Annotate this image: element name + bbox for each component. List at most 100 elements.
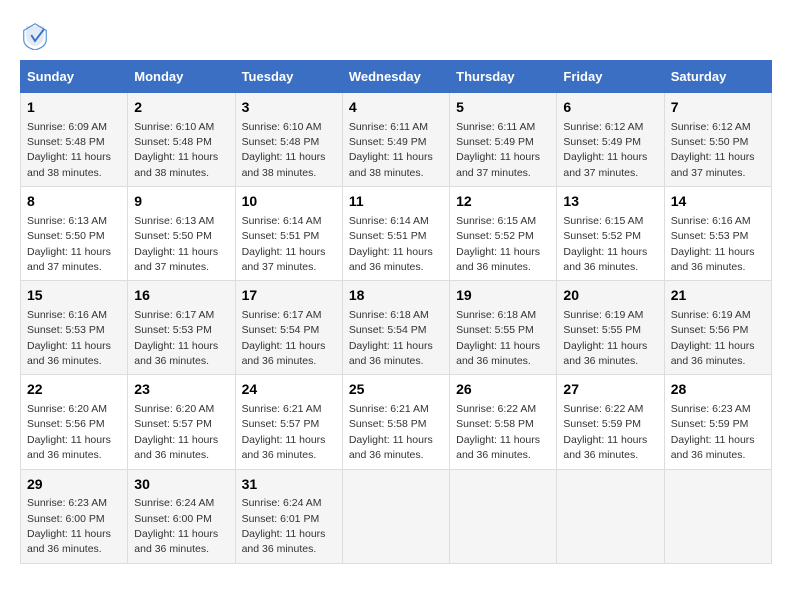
daylight-text: Daylight: 11 hours and 36 minutes. <box>134 340 218 367</box>
daylight-text: Daylight: 11 hours and 36 minutes. <box>563 340 647 367</box>
sunrise-text: Sunrise: 6:21 AM <box>242 403 322 415</box>
calendar-cell: 17Sunrise: 6:17 AMSunset: 5:54 PMDayligh… <box>235 281 342 375</box>
daylight-text: Daylight: 11 hours and 36 minutes. <box>134 528 218 555</box>
calendar-cell: 20 Sunrise: 6:19 AM Sunset: 5:55 PM Dayligh… <box>557 281 664 375</box>
daylight-text: Daylight: 11 hours and 36 minutes. <box>27 528 111 555</box>
daylight-text: Daylight: 11 hours and 36 minutes. <box>563 434 647 461</box>
calendar-cell: 5Sunrise: 6:11 AMSunset: 5:49 PMDaylight… <box>450 93 557 187</box>
daylight-text: Daylight: 11 hours and 36 minutes. <box>563 246 647 273</box>
sunset-text: Sunset: 6:00 PM <box>134 513 212 525</box>
day-number: 13 <box>563 192 657 212</box>
day-number: 17 <box>242 286 336 306</box>
calendar-cell: 28Sunrise: 6:23 AMSunset: 5:59 PMDayligh… <box>664 375 771 469</box>
sunset-text: Sunset: 5:59 PM <box>563 418 641 430</box>
day-number: 15 <box>27 286 121 306</box>
sunrise-text: Sunrise: 6:18 AM <box>349 309 429 321</box>
daylight-text: Daylight: 11 hours and 36 minutes. <box>27 340 111 367</box>
sunrise-text: Sunrise: 6:22 AM <box>456 403 536 415</box>
calendar-cell: 3Sunrise: 6:10 AMSunset: 5:48 PMDaylight… <box>235 93 342 187</box>
daylight-text: Daylight: 11 hours and 36 minutes. <box>27 434 111 461</box>
day-number: 4 <box>349 98 443 118</box>
sunrise-text: Sunrise: 6:19 AM <box>671 309 751 321</box>
calendar-cell: 9Sunrise: 6:13 AMSunset: 5:50 PMDaylight… <box>128 187 235 281</box>
sunrise-text: Sunrise: 6:21 AM <box>349 403 429 415</box>
daylight-text: Daylight: 11 hours and 36 minutes. <box>671 246 755 273</box>
daylight-text: Daylight: 11 hours and 37 minutes. <box>563 151 647 178</box>
sunrise-text: Sunrise: 6:23 AM <box>27 497 107 509</box>
sunrise-text: Sunrise: 6:12 AM <box>671 121 751 133</box>
daylight-text: Daylight: 11 hours and 36 minutes. <box>456 340 540 367</box>
daylight-text: Daylight: 11 hours and 36 minutes. <box>134 434 218 461</box>
daylight-text: Daylight: 11 hours and 36 minutes. <box>242 528 326 555</box>
calendar-cell: 31Sunrise: 6:24 AMSunset: 6:01 PMDayligh… <box>235 469 342 563</box>
daylight-text: Daylight: 11 hours and 36 minutes. <box>242 340 326 367</box>
calendar-cell: 22Sunrise: 6:20 AMSunset: 5:56 PMDayligh… <box>21 375 128 469</box>
sunrise-text: Sunrise: 6:22 AM <box>563 403 643 415</box>
day-number: 7 <box>671 98 765 118</box>
sunrise-text: Sunrise: 6:24 AM <box>134 497 214 509</box>
sunset-text: Sunset: 5:51 PM <box>242 230 320 242</box>
daylight-text: Daylight: 11 hours and 37 minutes. <box>671 151 755 178</box>
daylight-text: Daylight: 11 hours and 37 minutes. <box>27 246 111 273</box>
day-number: 19 <box>456 286 550 306</box>
week-row-1: 1Sunrise: 6:09 AMSunset: 5:48 PMDaylight… <box>21 93 772 187</box>
day-number: 24 <box>242 380 336 400</box>
column-header-thursday: Thursday <box>450 61 557 93</box>
calendar-cell: 1Sunrise: 6:09 AMSunset: 5:48 PMDaylight… <box>21 93 128 187</box>
sunset-text: Sunset: 5:56 PM <box>671 324 749 336</box>
sunset-text: Sunset: 5:55 PM <box>456 324 534 336</box>
sunset-text: Sunset: 5:52 PM <box>456 230 534 242</box>
calendar-cell: 18Sunrise: 6:18 AMSunset: 5:54 PMDayligh… <box>342 281 449 375</box>
sunset-text: Sunset: 6:00 PM <box>27 513 105 525</box>
daylight-text: Daylight: 11 hours and 38 minutes. <box>134 151 218 178</box>
column-header-sunday: Sunday <box>21 61 128 93</box>
day-number: 20 <box>563 286 657 306</box>
sunrise-text: Sunrise: 6:19 AM <box>563 309 643 321</box>
calendar-cell: 30 Sunrise: 6:24 AM Sunset: 6:00 PM Dayligh… <box>128 469 235 563</box>
daylight-text: Daylight: 11 hours and 36 minutes. <box>671 434 755 461</box>
sunrise-text: Sunrise: 6:23 AM <box>671 403 751 415</box>
week-row-5: 29 Sunrise: 6:23 AM Sunset: 6:00 PM Dayligh… <box>21 469 772 563</box>
sunset-text: Sunset: 5:48 PM <box>242 136 320 148</box>
sunrise-text: Sunrise: 6:17 AM <box>134 309 214 321</box>
calendar-cell: 2Sunrise: 6:10 AMSunset: 5:48 PMDaylight… <box>128 93 235 187</box>
sunset-text: Sunset: 5:55 PM <box>563 324 641 336</box>
column-header-tuesday: Tuesday <box>235 61 342 93</box>
day-number: 11 <box>349 192 443 212</box>
sunrise-text: Sunrise: 6:24 AM <box>242 497 322 509</box>
daylight-text: Daylight: 11 hours and 36 minutes. <box>671 340 755 367</box>
sunrise-text: Sunrise: 6:20 AM <box>134 403 214 415</box>
sunset-text: Sunset: 5:52 PM <box>563 230 641 242</box>
day-number: 27 <box>563 380 657 400</box>
calendar-cell: 10Sunrise: 6:14 AMSunset: 5:51 PMDayligh… <box>235 187 342 281</box>
day-number: 12 <box>456 192 550 212</box>
sunrise-text: Sunrise: 6:11 AM <box>456 121 535 133</box>
sunset-text: Sunset: 5:48 PM <box>27 136 105 148</box>
calendar-cell <box>557 469 664 563</box>
sunrise-text: Sunrise: 6:13 AM <box>134 215 214 227</box>
day-number: 23 <box>134 380 228 400</box>
sunset-text: Sunset: 5:49 PM <box>349 136 427 148</box>
calendar-cell: 21Sunrise: 6:19 AMSunset: 5:56 PMDayligh… <box>664 281 771 375</box>
calendar-cell: 24Sunrise: 6:21 AMSunset: 5:57 PMDayligh… <box>235 375 342 469</box>
day-number: 29 <box>27 475 121 495</box>
sunrise-text: Sunrise: 6:15 AM <box>456 215 536 227</box>
day-number: 30 <box>134 475 228 495</box>
day-number: 28 <box>671 380 765 400</box>
calendar-cell <box>664 469 771 563</box>
calendar-cell: 13Sunrise: 6:15 AMSunset: 5:52 PMDayligh… <box>557 187 664 281</box>
column-header-wednesday: Wednesday <box>342 61 449 93</box>
calendar-cell: 7Sunrise: 6:12 AMSunset: 5:50 PMDaylight… <box>664 93 771 187</box>
calendar-cell: 25Sunrise: 6:21 AMSunset: 5:58 PMDayligh… <box>342 375 449 469</box>
sunset-text: Sunset: 5:53 PM <box>134 324 212 336</box>
calendar-cell: 14Sunrise: 6:16 AMSunset: 5:53 PMDayligh… <box>664 187 771 281</box>
daylight-text: Daylight: 11 hours and 38 minutes. <box>27 151 111 178</box>
daylight-text: Daylight: 11 hours and 36 minutes. <box>349 246 433 273</box>
calendar-cell: 15Sunrise: 6:16 AMSunset: 5:53 PMDayligh… <box>21 281 128 375</box>
sunrise-text: Sunrise: 6:16 AM <box>671 215 751 227</box>
sunrise-text: Sunrise: 6:12 AM <box>563 121 643 133</box>
calendar-cell <box>342 469 449 563</box>
day-number: 31 <box>242 475 336 495</box>
sunrise-text: Sunrise: 6:16 AM <box>27 309 107 321</box>
day-number: 1 <box>27 98 121 118</box>
